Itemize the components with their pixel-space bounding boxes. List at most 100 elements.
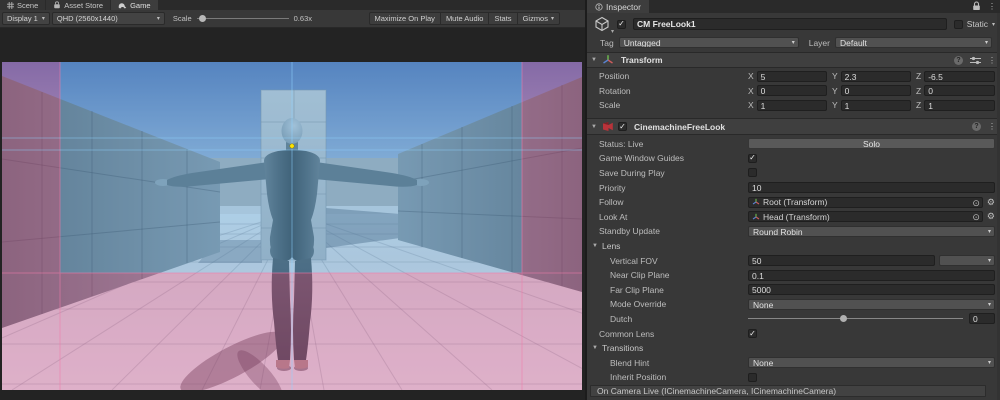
on-camera-live-event-header[interactable]: On Camera Live (ICinemachineCamera, ICin… (590, 385, 986, 397)
scale-y-field[interactable]: 1 (841, 100, 911, 111)
active-checkbox[interactable]: ✓ (617, 20, 626, 29)
position-x-field[interactable]: 5 (757, 71, 827, 82)
lookat-label: Look At (587, 212, 748, 222)
tag-value: Untagged (624, 38, 661, 48)
no-pass-zone-left (2, 62, 60, 390)
save-during-play-checkbox[interactable] (748, 168, 757, 177)
object-picker-icon[interactable]: ⊙ (972, 198, 980, 208)
axis-z-label: Z (916, 71, 921, 81)
position-y-field[interactable]: 2.3 (841, 71, 911, 82)
inherit-position-row: Inherit Position (587, 370, 1000, 385)
near-clip-field[interactable]: 0.1 (748, 270, 995, 281)
position-z-field[interactable]: -6.5 (924, 71, 995, 82)
layer-dropdown[interactable]: Default▾ (835, 37, 992, 48)
foldout-arrow-icon: ▼ (592, 345, 599, 351)
gameobject-name: CM FreeLook1 (637, 19, 696, 29)
gear-icon[interactable]: ⚙ (987, 198, 995, 207)
gizmos-dropdown-button[interactable]: Gizmos▾ (518, 12, 560, 25)
foldout-arrow-icon[interactable]: ▼ (591, 57, 598, 63)
solo-button[interactable]: Solo (748, 138, 995, 149)
lock-icon[interactable] (972, 1, 981, 11)
dutch-slider-handle[interactable] (840, 315, 847, 322)
object-picker-icon[interactable]: ⊙ (972, 212, 980, 222)
near-clip-label: Near Clip Plane (587, 270, 748, 280)
transform-title: Transform (621, 55, 663, 65)
component-menu-icon[interactable]: ⋮ (988, 56, 996, 65)
transform-icon (752, 198, 760, 206)
tag-dropdown[interactable]: Untagged▾ (619, 37, 799, 48)
static-checkbox[interactable] (954, 20, 963, 29)
axis-y-label: Y (832, 86, 838, 96)
lens-foldout[interactable]: ▼Lens (587, 241, 620, 251)
scale-z-field[interactable]: 1 (924, 100, 995, 111)
foldout-arrow-icon[interactable]: ▼ (591, 124, 598, 130)
rotation-label: Rotation (587, 86, 748, 96)
foldout-arrow-icon: ▼ (592, 243, 599, 249)
game-window-guides-checkbox[interactable]: ✓ (748, 154, 757, 163)
inspector-menu-icon[interactable]: ⋮ (988, 2, 996, 11)
common-lens-checkbox[interactable]: ✓ (748, 329, 757, 338)
gizmos-label: Gizmos (523, 14, 548, 23)
dutch-label: Dutch (587, 314, 748, 324)
no-pass-zone-bottom (60, 273, 522, 390)
fov-preset-dropdown[interactable]: ▾ (939, 255, 995, 266)
inspector-panel: Inspector ⋮ ▾ ✓ CM FreeLook1 Static ▾ Ta… (585, 0, 1000, 400)
scale-x-field[interactable]: 1 (757, 100, 827, 111)
far-clip-label: Far Clip Plane (587, 285, 748, 295)
mode-override-row: Mode Override None▾ (587, 297, 1000, 312)
scale-control: Scale 0.63x (173, 14, 312, 23)
stats-button[interactable]: Stats (489, 12, 517, 25)
rotation-x-field[interactable]: 0 (757, 85, 827, 96)
lookat-object-field[interactable]: Head (Transform) ⊙ (748, 211, 983, 222)
mute-audio-button[interactable]: Mute Audio (441, 12, 490, 25)
tab-inspector[interactable]: Inspector (587, 0, 649, 13)
scale-slider[interactable] (197, 18, 289, 19)
dutch-slider[interactable] (748, 318, 963, 319)
blend-hint-label: Blend Hint (587, 358, 748, 368)
scene-grid-icon (7, 2, 14, 9)
cinemachine-guides (2, 62, 582, 390)
chevron-down-icon[interactable]: ▾ (992, 21, 995, 28)
component-menu-icon[interactable]: ⋮ (988, 122, 996, 131)
gameobject-name-field[interactable]: CM FreeLook1 (633, 18, 947, 30)
tab-game[interactable]: Game (111, 0, 157, 10)
resolution-dropdown[interactable]: QHD (2560x1440) ▾ (52, 12, 165, 25)
maximize-on-play-button[interactable]: Maximize On Play (369, 12, 441, 25)
save-during-play-row: Save During Play (587, 166, 1000, 181)
gameobject-icon-selector[interactable]: ▾ (587, 16, 617, 32)
game-controller-icon (118, 2, 127, 9)
tab-scene[interactable]: Scene (0, 0, 45, 10)
follow-object-field[interactable]: Root (Transform) ⊙ (748, 197, 983, 208)
priority-field[interactable]: 10 (748, 182, 995, 193)
dutch-field[interactable]: 0 (969, 313, 995, 324)
component-enabled-checkbox[interactable]: ✓ (618, 122, 627, 131)
gear-icon[interactable]: ⚙ (987, 212, 995, 221)
scale-slider-handle[interactable] (199, 15, 206, 22)
status-label: Status: Live (587, 139, 748, 149)
soft-zone-overlay (60, 62, 522, 273)
mute-audio-label: Mute Audio (446, 14, 484, 23)
check-icon: ✓ (749, 154, 756, 162)
transform-component-header[interactable]: ▼ Transform ? ⋮ (587, 52, 1000, 68)
mode-override-dropdown[interactable]: None▾ (748, 299, 995, 310)
presets-icon[interactable] (970, 56, 981, 65)
game-render-surface[interactable] (2, 62, 582, 390)
gameobject-header: ▾ ✓ CM FreeLook1 Static ▾ (587, 15, 1000, 33)
cinemachine-component-header[interactable]: ▼ ✓ CinemachineFreeLook ? ⋮ (587, 118, 1000, 135)
rotation-y-field[interactable]: 0 (841, 85, 911, 96)
tab-asset-store[interactable]: Asset Store (46, 0, 110, 10)
chevron-down-icon: ▾ (988, 229, 991, 235)
transitions-foldout[interactable]: ▼Transitions (587, 343, 643, 353)
dutch-row: Dutch 0 (587, 312, 1000, 327)
game-render (2, 62, 582, 390)
inherit-position-checkbox[interactable] (748, 373, 757, 382)
far-clip-field[interactable]: 5000 (748, 284, 995, 295)
standby-update-dropdown[interactable]: Round Robin▾ (748, 226, 995, 237)
rotation-z-field[interactable]: 0 (924, 85, 995, 96)
vertical-fov-field[interactable]: 50 (748, 255, 935, 266)
help-icon[interactable]: ? (972, 122, 981, 131)
chevron-down-icon: ▾ (988, 302, 991, 308)
display-dropdown[interactable]: Display 1 ▾ (2, 12, 50, 25)
help-icon[interactable]: ? (954, 56, 963, 65)
blend-hint-dropdown[interactable]: None▾ (748, 357, 995, 368)
